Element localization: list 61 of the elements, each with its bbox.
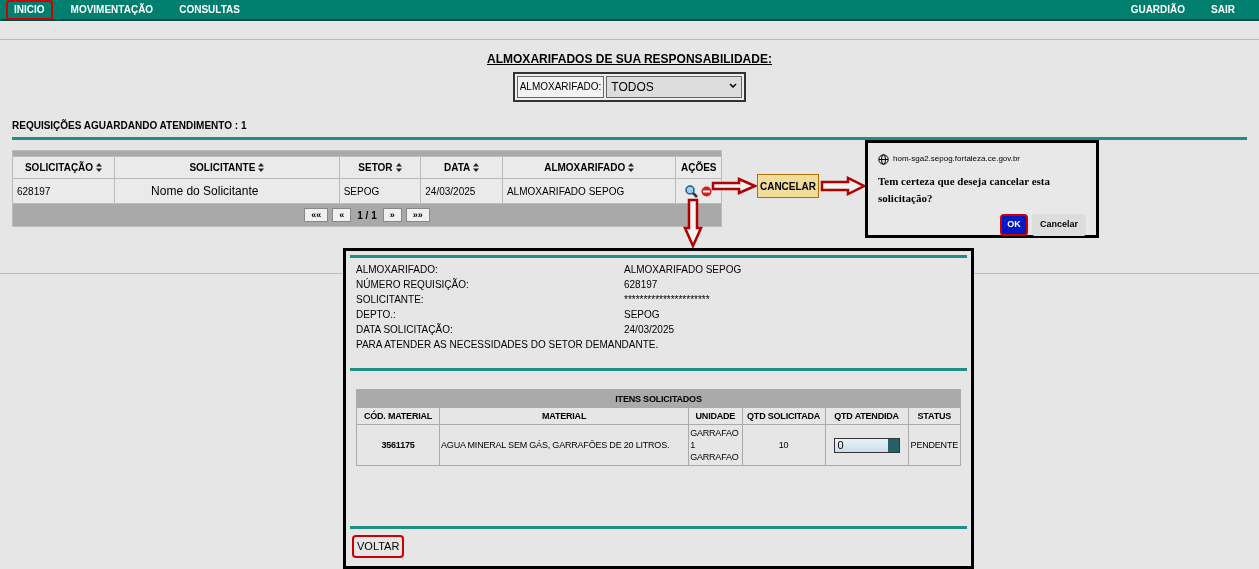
field-label: ALMOXARIFADO: (516, 76, 605, 98)
column-header[interactable]: SOLICITAÇÃO (12, 156, 115, 179)
field-value: ********************** (624, 293, 710, 307)
quantity-spinner[interactable]: 0 (833, 437, 900, 453)
nav-link[interactable]: MOVIMENTAÇÃO (62, 0, 162, 20)
column-header: QTD SOLICITADA (742, 407, 826, 425)
table-cell: 10 (742, 424, 826, 466)
field-label: SOLICITANTE: (356, 293, 425, 307)
section-title: ALMOXARIFADOS DE SUA RESPONSABILIDADE: (487, 51, 772, 68)
sort-icon[interactable] (473, 163, 480, 172)
column-header: UNIDADE (688, 407, 743, 425)
table-title: ITENS SOLICITADOS (356, 389, 961, 408)
globe-icon (878, 153, 889, 165)
back-button[interactable]: VOLTAR (352, 535, 405, 558)
column-header: STATUS (908, 407, 961, 425)
spinner-arrows-icon[interactable] (887, 438, 899, 452)
table-cell: 3561175 (356, 424, 440, 466)
ok-button[interactable]: OK (999, 214, 1028, 236)
column-header[interactable]: ALMOXARIFADO (502, 156, 676, 179)
cancel-button[interactable]: CANCELAR (757, 174, 819, 198)
column-header[interactable]: SOLICITANTE (114, 156, 340, 179)
field-value: ALMOXARIFADO SEPOG (624, 263, 742, 277)
nav-link[interactable]: SAIR (1203, 0, 1243, 20)
nav-link[interactable]: CONSULTAS (171, 0, 248, 20)
remove-icon[interactable] (701, 186, 713, 198)
field-label: NÚMERO REQUISIÇÃO: (356, 277, 470, 292)
sort-icon[interactable] (96, 163, 103, 172)
dialog-origin: hom-sga2.sepog.fortaleza.ce.gov.br (893, 153, 1021, 165)
note-text: PARA ATENDER AS NECESSIDADES DO SETOR DEMANDANTE. (355, 338, 660, 352)
table-cell: Nome do Solicitante (114, 178, 340, 204)
table-cell: GARRAFAO 1 GARRAFAO (688, 424, 743, 466)
table-cell: ALMOXARIFADO SEPOG (502, 178, 676, 204)
sort-icon[interactable] (395, 163, 402, 172)
previous-page-button[interactable]: « (332, 208, 352, 222)
table-cell: AGUA MINERAL SEM GÁS, GARRAFÕES DE 20 LITROS. (439, 424, 689, 466)
field-value: 628197 (624, 278, 658, 292)
table-cell: 628197 (12, 178, 115, 204)
field-value: SEPOG (624, 308, 660, 322)
field-label: DEPTO.: (356, 308, 397, 322)
column-header: MATERIAL (439, 407, 689, 425)
table-cell: PENDENTE (908, 424, 961, 466)
sort-icon[interactable] (628, 163, 635, 172)
page-indicator: 1 / 1 (356, 208, 378, 223)
sort-icon[interactable] (258, 163, 265, 172)
dialog-message: Tem certeza que deseja cancelar esta solicitação? (878, 174, 1051, 206)
table-cell: 24/03/2025 (420, 178, 503, 204)
magnifier-icon[interactable] (685, 185, 699, 199)
cancel-button[interactable]: Cancelar (1031, 214, 1086, 236)
nav-link[interactable]: GUARDIÃO (1122, 0, 1194, 20)
nav-link[interactable]: INICIO (6, 0, 53, 20)
chevron-icon (729, 83, 738, 89)
field-label: ALMOXARIFADO: (356, 263, 439, 277)
column-header: QTD ATENDIDA (825, 407, 909, 425)
field-label: DATA SOLICITAÇÃO: (356, 322, 454, 337)
first-page-button[interactable]: «« (304, 208, 329, 222)
field-value: 24/03/2025 (624, 323, 675, 337)
last-page-button[interactable]: »» (405, 208, 430, 222)
column-header: CÓD. MATERIAL (356, 407, 440, 425)
dropdown-field[interactable]: TODOS (606, 76, 743, 98)
next-page-button[interactable]: » (382, 208, 402, 222)
table-cell: SEPOG (339, 178, 421, 204)
